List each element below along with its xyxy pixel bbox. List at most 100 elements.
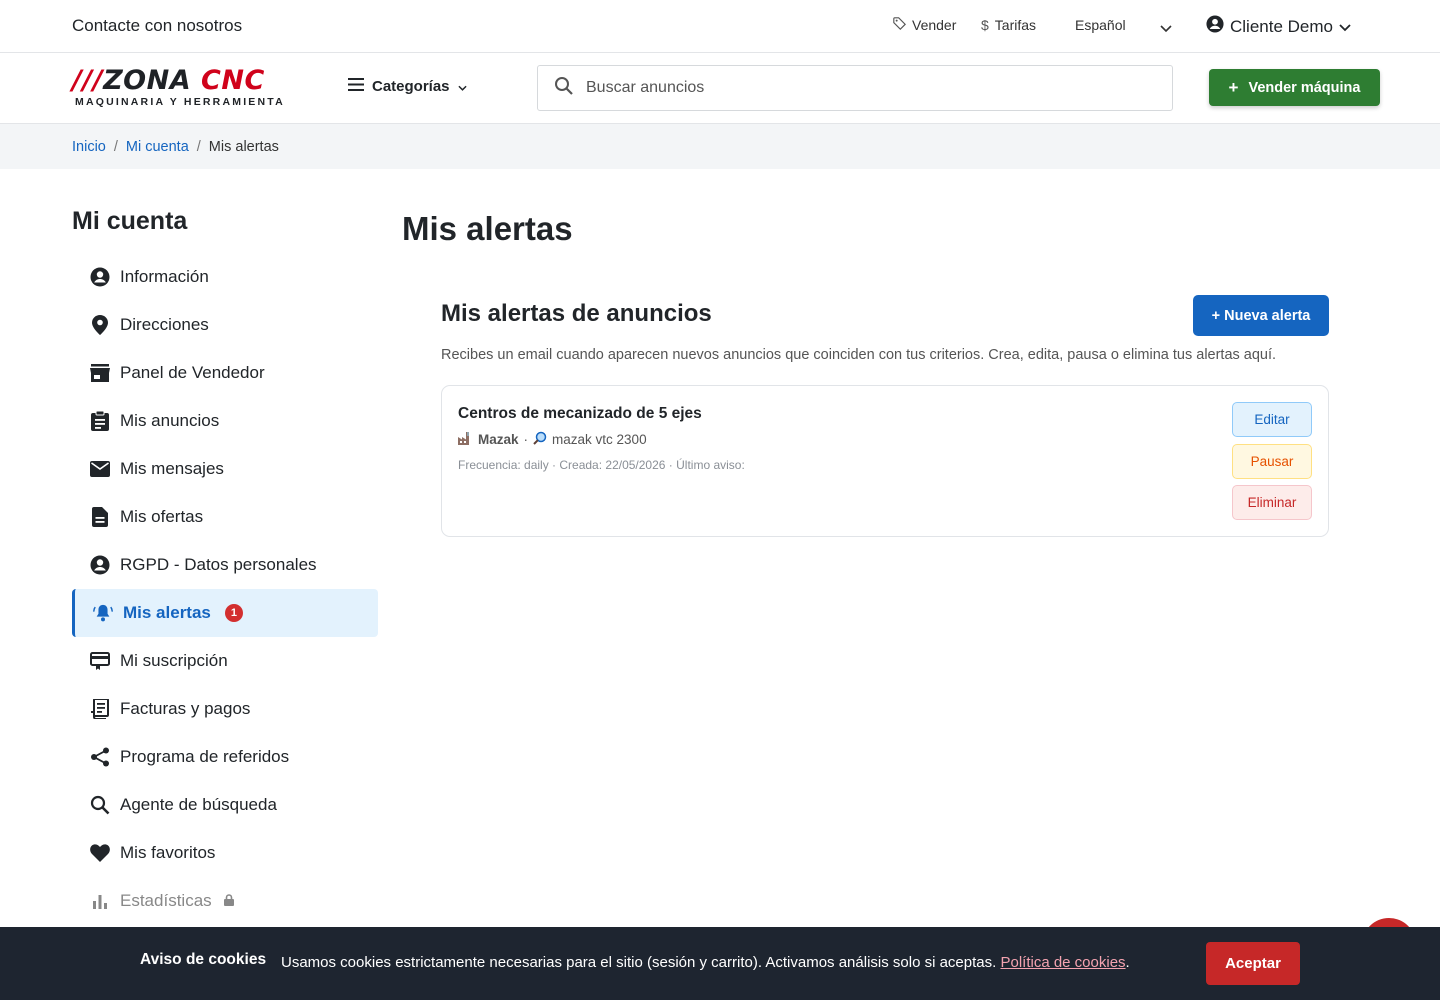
user-circle-icon — [90, 267, 110, 287]
pricing-link-label: Tarifas — [994, 17, 1037, 33]
main-header: ///ZONA CNC MAQUINARIA Y HERRAMIENTA Cat… — [0, 53, 1440, 124]
new-alert-button[interactable]: + Nueva alerta — [1193, 295, 1329, 336]
logo-slashes: /// — [72, 65, 104, 96]
alert-meta: Frecuencia: daily · Creada: 22/05/2026 ·… — [458, 458, 745, 472]
cookie-policy-link[interactable]: Política de cookies — [1000, 954, 1125, 971]
envelope-icon — [90, 459, 110, 479]
sidebar-item-referidos[interactable]: Programa de referidos — [72, 733, 378, 781]
search-icon — [554, 76, 574, 101]
user-circle-icon — [90, 555, 110, 575]
alert-keywords: mazak vtc 2300 — [552, 432, 647, 447]
sell-link[interactable]: Vender — [893, 17, 956, 33]
sidebar-item-label: Panel de Vendedor — [120, 363, 265, 382]
sidebar-item-favoritos[interactable]: Mis favoritos — [72, 829, 378, 877]
sidebar-item-direcciones[interactable]: Direcciones — [72, 301, 378, 349]
logo-zona: ZONA — [103, 65, 192, 96]
search-input[interactable] — [586, 79, 1126, 97]
sidebar-item-mis-anuncios[interactable]: Mis anuncios — [72, 397, 378, 445]
sidebar-item-mis-ofertas[interactable]: Mis ofertas — [72, 493, 378, 541]
sidebar-item-informacion[interactable]: Información — [72, 253, 378, 301]
factory-icon — [458, 431, 473, 448]
alert-count-badge: 1 — [224, 604, 243, 622]
accept-cookies-button[interactable]: Aceptar — [1206, 942, 1300, 985]
sidebar-item-mis-alertas[interactable]: Mis alertas 1 — [72, 589, 378, 637]
section-title: Mis alertas de anuncios — [441, 300, 712, 327]
cookie-period: . — [1125, 954, 1130, 971]
location-pin-icon — [90, 315, 110, 335]
bell-icon — [93, 603, 113, 623]
logo-tagline: MAQUINARIA Y HERRAMIENTA — [75, 96, 285, 108]
delete-alert-button[interactable]: Eliminar — [1232, 485, 1312, 520]
cookie-title: Aviso de cookies — [140, 951, 267, 968]
sidebar-item-label: Estadísticas — [120, 891, 212, 910]
site-logo[interactable]: ///ZONA CNC MAQUINARIA Y HERRAMIENTA — [72, 67, 294, 111]
breadcrumb: Inicio / Mi cuenta / Mis alertas — [72, 139, 279, 155]
tag-icon — [893, 17, 906, 33]
sidebar-item-agente-busqueda[interactable]: Agente de búsqueda — [72, 781, 378, 829]
store-icon — [90, 363, 110, 383]
chevron-down-icon — [1160, 20, 1172, 36]
card-icon — [90, 651, 110, 671]
pause-alert-button[interactable]: Pausar — [1232, 444, 1312, 479]
sell-machine-label: Vender máquina — [1248, 79, 1361, 96]
cookie-text-wrap: Usamos cookies estrictamente necesarias … — [281, 954, 1130, 971]
sidebar-item-label: Información — [120, 267, 209, 286]
sidebar-item-label: RGPD - Datos personales — [120, 555, 317, 574]
dollar-icon: $ — [981, 17, 989, 33]
user-name: Cliente Demo — [1230, 16, 1333, 36]
receipt-icon — [90, 699, 110, 719]
sidebar-item-label: Mis alertas — [123, 603, 211, 622]
sell-link-label: Vender — [912, 17, 957, 33]
cookie-banner: Aviso de cookies Usamos cookies estricta… — [0, 927, 1440, 1000]
sidebar-item-facturas[interactable]: Facturas y pagos — [72, 685, 378, 733]
section-description: Recibes un email cuando aparecen nuevos … — [441, 347, 1277, 363]
breadcrumb-current: Mis alertas — [208, 139, 279, 155]
logo-cnc: CNC — [201, 65, 265, 96]
sidebar-item-label: Facturas y pagos — [120, 699, 251, 718]
search-box — [537, 65, 1173, 111]
criteria-separator: · — [523, 432, 529, 447]
cookie-text: Usamos cookies estrictamente necesarias … — [281, 954, 997, 971]
sidebar-item-estadisticas[interactable]: Estadísticas — [72, 877, 378, 925]
pricing-link[interactable]: $ Tarifas — [981, 17, 1036, 33]
sell-machine-button[interactable]: + Vender máquina — [1209, 69, 1380, 106]
breadcrumb-home[interactable]: Inicio — [72, 139, 106, 155]
sidebar-item-label: Direcciones — [120, 315, 209, 334]
chevron-down-icon — [457, 78, 467, 95]
page-title: Mis alertas — [402, 210, 573, 247]
document-icon — [90, 507, 110, 527]
sidebar-item-mi-suscripcion[interactable]: Mi suscripción — [72, 637, 378, 685]
lock-icon — [223, 891, 234, 911]
categories-menu[interactable]: Categorías — [348, 78, 467, 95]
plus-icon: + — [1228, 77, 1239, 97]
search-icon — [90, 795, 110, 815]
language-select[interactable]: Español — [1075, 17, 1175, 33]
sidebar-item-label: Mi suscripción — [120, 651, 228, 670]
sidebar-item-mis-mensajes[interactable]: Mis mensajes — [72, 445, 378, 493]
chevron-down-icon — [1339, 17, 1351, 37]
user-menu[interactable]: Cliente Demo — [1206, 15, 1351, 38]
magnifier-icon — [533, 431, 547, 448]
hamburger-icon — [348, 78, 364, 95]
breadcrumb-account[interactable]: Mi cuenta — [126, 139, 189, 155]
heart-icon — [90, 843, 110, 863]
sidebar-title: Mi cuenta — [72, 207, 188, 235]
account-sidebar: Información Direcciones Panel de Vendedo… — [72, 253, 378, 925]
alert-card: Centros de mecanizado de 5 ejes Mazak · … — [441, 385, 1329, 537]
categories-label: Categorías — [372, 78, 450, 95]
sidebar-item-panel-vendedor[interactable]: Panel de Vendedor — [72, 349, 378, 397]
sidebar-item-label: Programa de referidos — [120, 747, 290, 766]
top-bar: Contacte con nosotros Vender $ Tarifas E… — [0, 0, 1440, 53]
alert-criteria: Mazak · mazak vtc 2300 — [458, 431, 647, 448]
clipboard-icon — [90, 411, 110, 431]
bar-chart-icon — [90, 891, 110, 911]
edit-alert-button[interactable]: Editar — [1232, 402, 1312, 437]
breadcrumb-separator: / — [113, 139, 118, 155]
sidebar-item-label: Mis anuncios — [120, 411, 220, 430]
user-circle-icon — [1206, 15, 1224, 38]
share-icon — [90, 747, 110, 767]
contact-link[interactable]: Contacte con nosotros — [72, 16, 242, 36]
sidebar-item-label: Mis favoritos — [120, 843, 216, 862]
sidebar-item-label: Agente de búsqueda — [120, 795, 277, 814]
sidebar-item-rgpd[interactable]: RGPD - Datos personales — [72, 541, 378, 589]
